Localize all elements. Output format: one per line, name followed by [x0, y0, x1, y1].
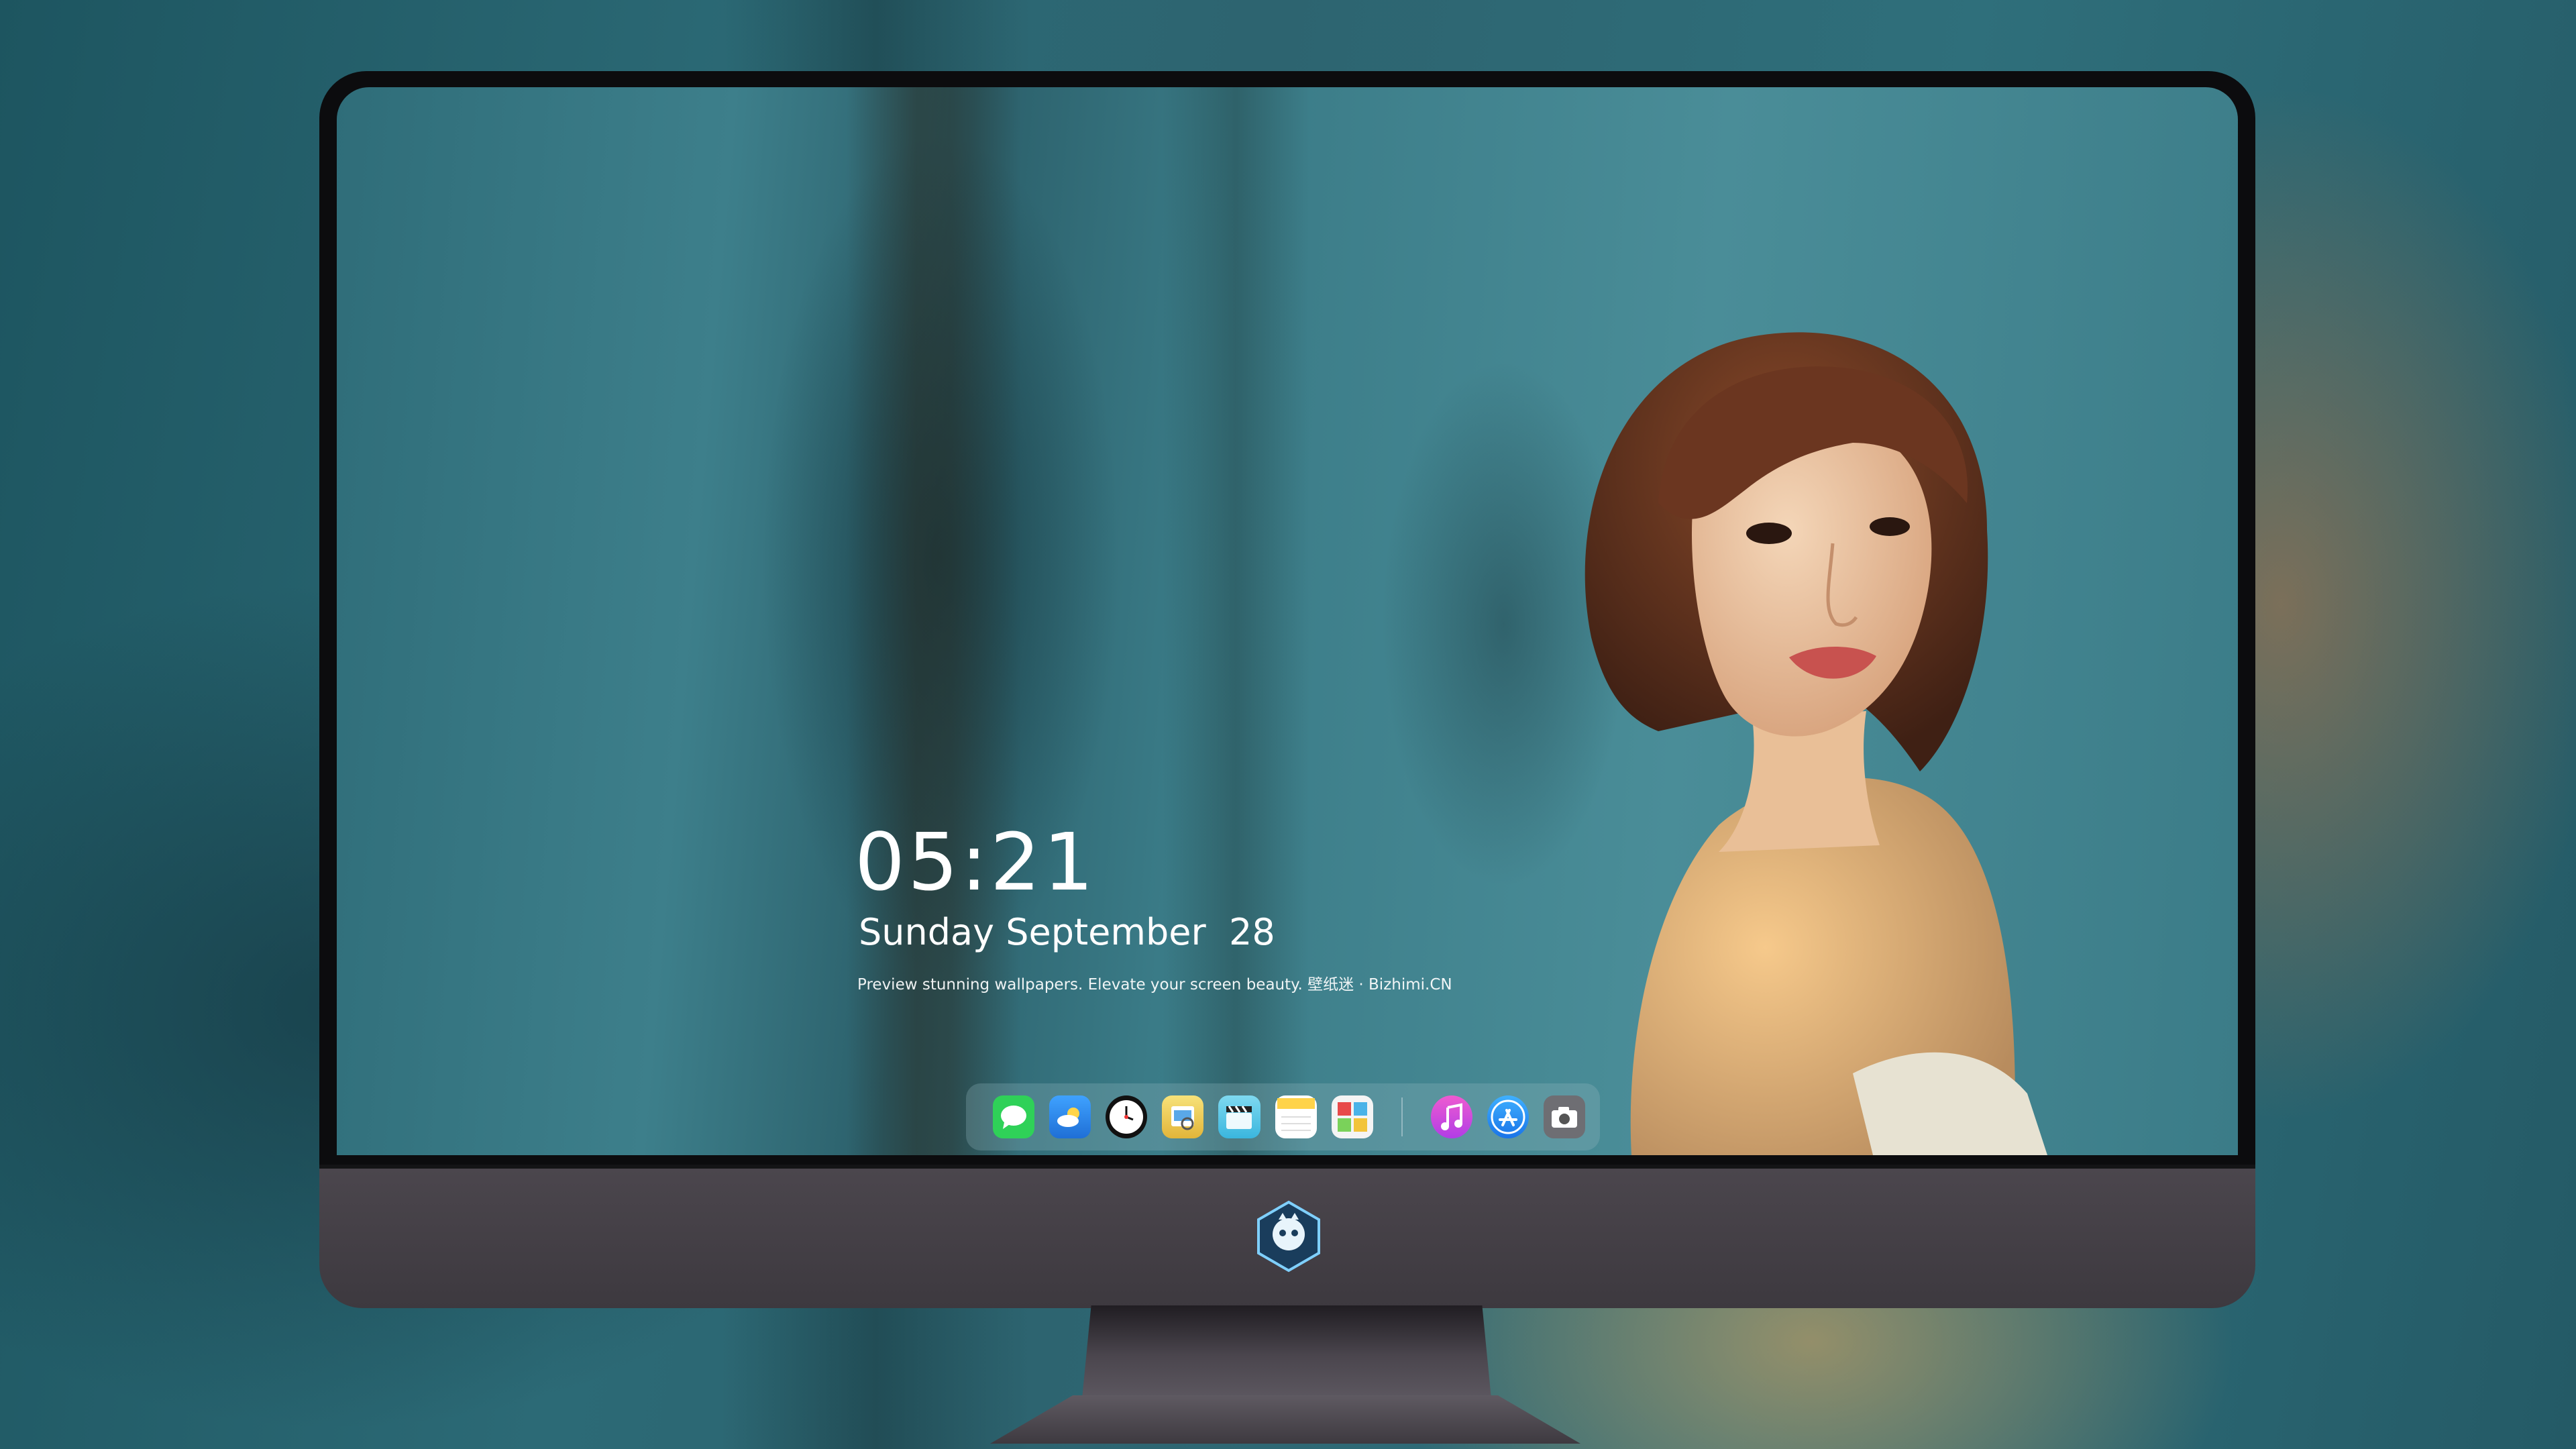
- notes-icon: [1277, 1098, 1315, 1131]
- preview-icon: [1171, 1106, 1195, 1130]
- lockscreen-time: 05:21: [855, 816, 1097, 908]
- messages-icon: [1001, 1106, 1027, 1129]
- dock-app-weather[interactable]: [1049, 1095, 1091, 1138]
- dock-app-preview[interactable]: [1162, 1095, 1204, 1138]
- photo-booth-icon: [1337, 1102, 1367, 1132]
- wallpaper-shadow: [847, 87, 1021, 1155]
- wallpaper-portrait: [1585, 332, 2047, 1155]
- wallpaper-tagline: Preview stunning wallpapers. Elevate you…: [857, 976, 1452, 994]
- app-store-icon: [1491, 1099, 1525, 1134]
- dock-app-photo-booth[interactable]: [1331, 1095, 1373, 1138]
- dock-app-messages[interactable]: [993, 1095, 1035, 1138]
- clock-icon: [1110, 1100, 1144, 1134]
- wallpaper-shadow-2: [1162, 87, 1309, 1155]
- dock-app-video[interactable]: [1218, 1095, 1260, 1138]
- dock-app-app-store[interactable]: [1487, 1095, 1529, 1138]
- desktop-screen: 05:21 Sunday September 28 Preview stunni…: [337, 87, 2238, 1155]
- dock-separator: [1401, 1097, 1403, 1136]
- dock-app-notes[interactable]: [1275, 1095, 1317, 1138]
- camera-icon: [1551, 1107, 1577, 1128]
- brand-logo-icon: [1257, 1200, 1320, 1273]
- weather-icon: [1057, 1108, 1080, 1127]
- dock-app-music[interactable]: [1430, 1095, 1472, 1138]
- music-icon: [1440, 1103, 1462, 1130]
- dock-app-camera[interactable]: [1543, 1095, 1586, 1138]
- clapperboard-icon: [1226, 1106, 1252, 1129]
- lockscreen-date: Sunday September 28: [859, 911, 1275, 953]
- monitor-stand-base: [990, 1395, 1580, 1444]
- dock: [966, 1083, 1600, 1150]
- dock-app-clock[interactable]: [1106, 1095, 1148, 1138]
